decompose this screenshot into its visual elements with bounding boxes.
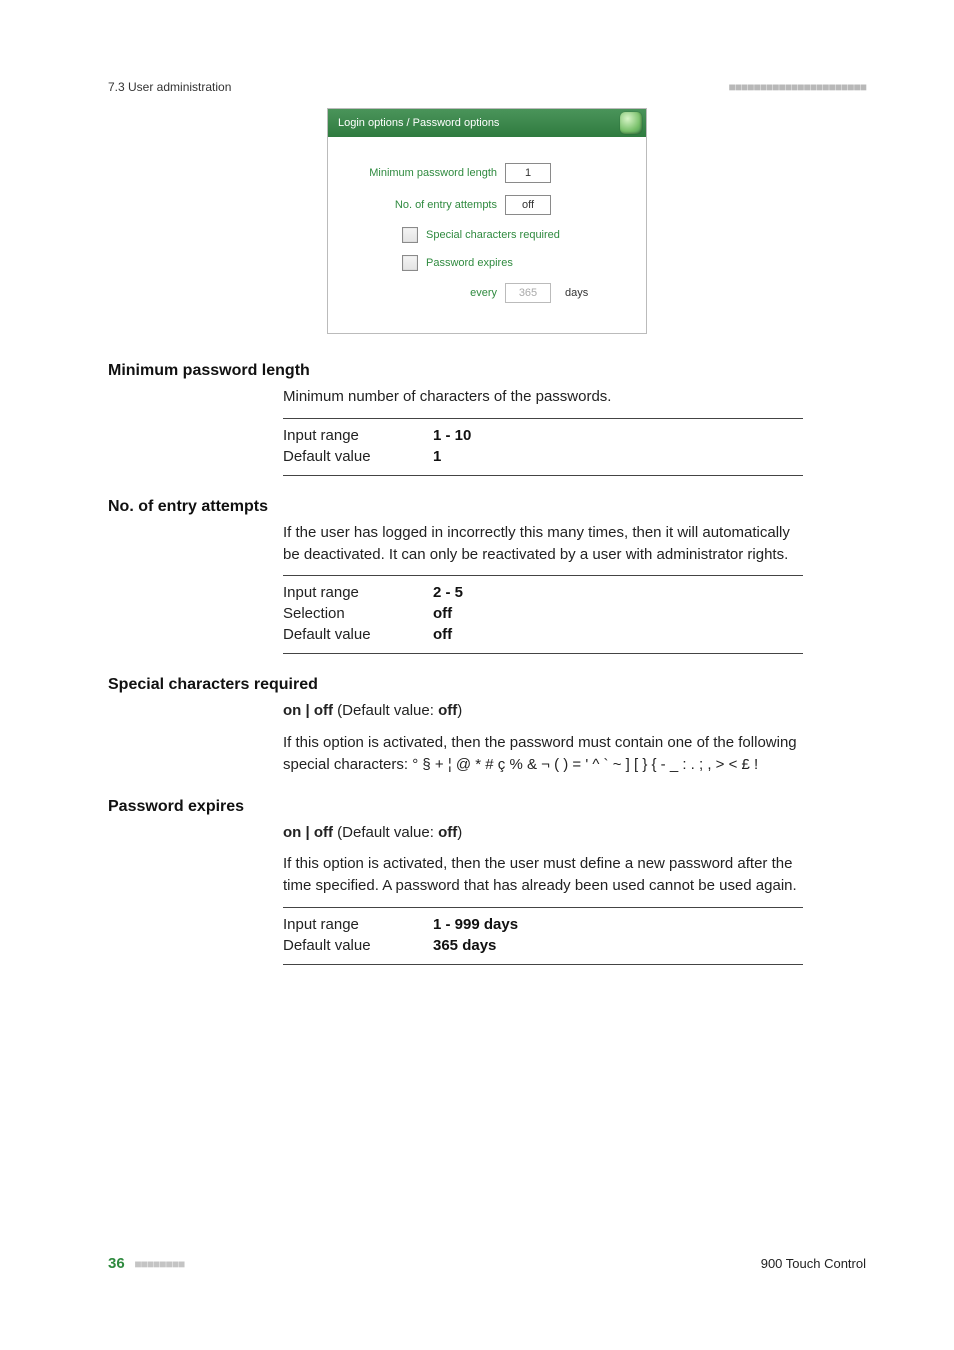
table-min-pwd-length: Input range 1 - 10 Default value 1 <box>283 425 803 467</box>
special-chars-checkbox[interactable] <box>402 227 418 243</box>
cell-value: off <box>433 624 803 645</box>
table-password-expires: Input range 1 - 999 days Default value 3… <box>283 914 803 956</box>
header-section: 7.3 User administration <box>108 80 231 94</box>
password-expires-checkbox[interactable] <box>402 255 418 271</box>
desc-special-chars: If this option is activated, then the pa… <box>283 732 803 776</box>
table-row: Input range 2 - 5 <box>283 582 803 603</box>
desc-entry-attempts: If the user has logged in incorrectly th… <box>283 522 803 566</box>
entry-attempts-input[interactable]: off <box>505 195 551 215</box>
dialog-password-options: Login options / Password options Minimum… <box>327 108 647 334</box>
every-label: every <box>342 287 505 299</box>
password-expires-label: Password expires <box>426 257 513 269</box>
min-pwd-length-label: Minimum password length <box>342 167 505 179</box>
on-off-password-expires: on | off (Default value: off) <box>283 822 803 844</box>
cell-value: 365 days <box>433 935 803 956</box>
cell-label: Default value <box>283 935 433 956</box>
table-row: Default value off <box>283 624 803 645</box>
on-off-special-chars: on | off (Default value: off) <box>283 700 803 722</box>
cell-label: Selection <box>283 603 433 624</box>
desc-min-pwd-length: Minimum number of characters of the pass… <box>283 386 803 408</box>
every-days-input[interactable]: 365 <box>505 283 551 303</box>
heading-special-chars: Special characters required <box>108 676 866 694</box>
every-unit: days <box>565 287 588 299</box>
table-row: Input range 1 - 10 <box>283 425 803 446</box>
footer-product: 900 Touch Control <box>761 1256 866 1271</box>
dialog-title: Login options / Password options <box>338 117 499 129</box>
cell-label: Input range <box>283 582 433 603</box>
cell-label: Default value <box>283 446 433 467</box>
page-number: 36 <box>108 1255 125 1272</box>
table-row: Default value 365 days <box>283 935 803 956</box>
entry-attempts-label: No. of entry attempts <box>342 199 505 211</box>
table-row: Selection off <box>283 603 803 624</box>
min-pwd-length-input[interactable]: 1 <box>505 163 551 183</box>
cell-value: 2 - 5 <box>433 582 803 603</box>
cell-value: 1 <box>433 446 803 467</box>
home-icon[interactable] <box>620 112 642 134</box>
table-row: Default value 1 <box>283 446 803 467</box>
cell-value: off <box>433 603 803 624</box>
cell-value: 1 - 10 <box>433 425 803 446</box>
table-entry-attempts: Input range 2 - 5 Selection off Default … <box>283 582 803 645</box>
table-row: Input range 1 - 999 days <box>283 914 803 935</box>
heading-entry-attempts: No. of entry attempts <box>108 498 866 516</box>
cell-value: 1 - 999 days <box>433 914 803 935</box>
heading-password-expires: Password expires <box>108 798 866 816</box>
desc-password-expires: If this option is activated, then the us… <box>283 853 803 897</box>
header-ornament: ■■■■■■■■■■■■■■■■■■■■■■ <box>729 80 866 94</box>
heading-min-pwd-length: Minimum password length <box>108 362 866 380</box>
footer-ornament: ■■■■■■■■ <box>134 1257 184 1271</box>
cell-label: Input range <box>283 914 433 935</box>
cell-label: Input range <box>283 425 433 446</box>
cell-label: Default value <box>283 624 433 645</box>
special-chars-label: Special characters required <box>426 229 560 241</box>
